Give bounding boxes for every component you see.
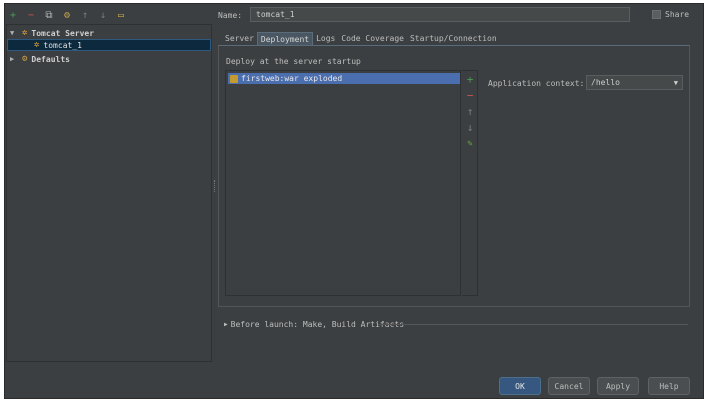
name-label: Name:	[218, 11, 243, 20]
ok-button[interactable]: OK	[499, 377, 541, 395]
tomcat-icon: ✲	[34, 40, 40, 50]
add-icon[interactable]: +	[465, 74, 475, 85]
share-label: Share	[665, 10, 690, 19]
tab-server[interactable]: Server	[222, 32, 257, 46]
application-context-select[interactable]: /hello ▼	[586, 75, 683, 90]
deploy-list-toolbar: + − ↑ ↓ ✎	[462, 70, 478, 296]
application-context-value: /hello	[591, 78, 620, 87]
tree-item-tomcat-1[interactable]: ✲ tomcat_1	[7, 39, 211, 51]
expand-arrow-icon[interactable]: ▶	[224, 321, 228, 328]
config-tabs: Server Deployment Logs Code Coverage Sta…	[222, 32, 500, 46]
chevron-down-icon[interactable]: ▼	[674, 79, 678, 87]
cancel-button[interactable]: Cancel	[548, 377, 590, 395]
tree-group-tomcat-server[interactable]: ▼ ✲ Tomcat Server	[10, 27, 94, 39]
artifact-label: firstweb:war exploded	[241, 74, 343, 83]
plus-icon[interactable]: +	[8, 11, 18, 21]
name-input[interactable]	[250, 7, 630, 22]
expand-arrow-icon[interactable]: ▼	[10, 29, 18, 37]
folder-icon[interactable]: ▭	[116, 11, 126, 21]
collapse-arrow-icon[interactable]: ▶	[10, 55, 18, 63]
move-up-icon[interactable]: ↑	[465, 106, 475, 117]
tab-code-coverage[interactable]: Code Coverage	[338, 32, 407, 46]
tree-item-label: tomcat_1	[43, 40, 82, 50]
edit-icon[interactable]: ✎	[465, 139, 475, 149]
edit-defaults-icon[interactable]: ⚙	[62, 11, 72, 21]
before-launch-section[interactable]: ▶ Before launch: Make, Build Artifacts	[224, 320, 404, 329]
deploy-list-label: Deploy at the server startup	[226, 57, 361, 66]
deploy-artifact-list[interactable]: firstweb:war exploded	[225, 70, 461, 296]
tab-logs[interactable]: Logs	[313, 32, 338, 46]
minus-icon[interactable]: −	[26, 11, 36, 21]
apply-button[interactable]: Apply	[597, 377, 639, 395]
tab-startup-connection[interactable]: Startup/Connection	[407, 32, 500, 46]
copy-icon[interactable]: ⧉	[44, 11, 54, 21]
tree-defaults-label: Defaults	[31, 54, 70, 64]
move-down-icon[interactable]: ↓	[98, 11, 108, 21]
tree-group-label: Tomcat Server	[31, 28, 95, 38]
divider	[378, 324, 688, 325]
tree-group-defaults[interactable]: ▶ ⚙ Defaults	[10, 53, 70, 65]
help-button[interactable]: Help	[648, 377, 690, 395]
share-checkbox[interactable]: Share	[652, 10, 689, 19]
tab-deployment[interactable]: Deployment	[256, 32, 314, 46]
list-item[interactable]: firstweb:war exploded	[228, 73, 460, 84]
configuration-tree[interactable]: ▼ ✲ Tomcat Server ✲ tomcat_1 ▶ ⚙ Default…	[6, 24, 212, 362]
artifact-icon	[230, 74, 238, 83]
share-checkbox-box[interactable]	[652, 10, 661, 19]
move-down-icon[interactable]: ↓	[465, 122, 475, 133]
panel-splitter[interactable]	[214, 180, 216, 192]
defaults-icon: ⚙	[22, 54, 28, 64]
tomcat-icon: ✲	[22, 28, 28, 38]
remove-icon[interactable]: −	[465, 90, 475, 101]
move-up-icon[interactable]: ↑	[80, 11, 90, 21]
config-toolbar: + − ⧉ ⚙ ↑ ↓ ▭	[8, 9, 126, 23]
application-context-label: Application context:	[488, 79, 585, 88]
